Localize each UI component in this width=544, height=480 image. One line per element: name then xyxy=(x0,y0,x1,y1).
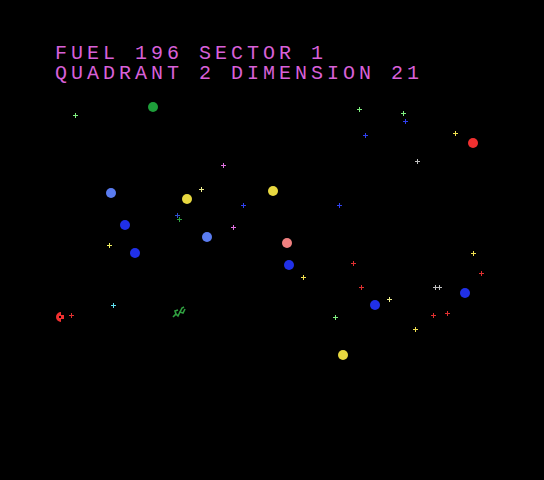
planet xyxy=(182,194,192,204)
planet xyxy=(106,188,116,198)
star xyxy=(177,217,182,222)
star xyxy=(453,131,458,136)
star xyxy=(107,243,112,248)
star xyxy=(301,275,306,280)
star xyxy=(387,297,392,302)
planet xyxy=(338,350,348,360)
star xyxy=(241,203,246,208)
planet xyxy=(460,288,470,298)
hud-line: QUADRANT 2 DIMENSION 21 xyxy=(55,64,544,84)
hud-line: FUEL 196 SECTOR 1 xyxy=(55,44,544,64)
star xyxy=(69,313,74,318)
planet xyxy=(148,102,158,112)
planet xyxy=(370,300,380,310)
hud: FUEL 196 SECTOR 1QUADRANT 2 DIMENSION 21 xyxy=(0,0,544,84)
game-screen: FUEL 196 SECTOR 1QUADRANT 2 DIMENSION 21 xyxy=(0,0,544,480)
star xyxy=(471,251,476,256)
star xyxy=(479,271,484,276)
star xyxy=(199,187,204,192)
star xyxy=(351,261,356,266)
ship-icon xyxy=(55,312,67,322)
planet xyxy=(120,220,130,230)
planet xyxy=(130,248,140,258)
star xyxy=(333,315,338,320)
star xyxy=(221,163,226,168)
star xyxy=(401,111,406,116)
star xyxy=(363,133,368,138)
star xyxy=(415,159,420,164)
star xyxy=(337,203,342,208)
star xyxy=(73,113,78,118)
star xyxy=(437,285,442,290)
star xyxy=(403,119,408,124)
planet xyxy=(268,186,278,196)
star xyxy=(431,313,436,318)
star xyxy=(413,327,418,332)
star xyxy=(445,311,450,316)
planet xyxy=(284,260,294,270)
planet xyxy=(468,138,478,148)
star xyxy=(359,285,364,290)
star xyxy=(231,225,236,230)
planet xyxy=(282,238,292,248)
planet xyxy=(202,232,212,242)
star xyxy=(111,303,116,308)
alien-icon xyxy=(171,305,187,319)
star xyxy=(357,107,362,112)
